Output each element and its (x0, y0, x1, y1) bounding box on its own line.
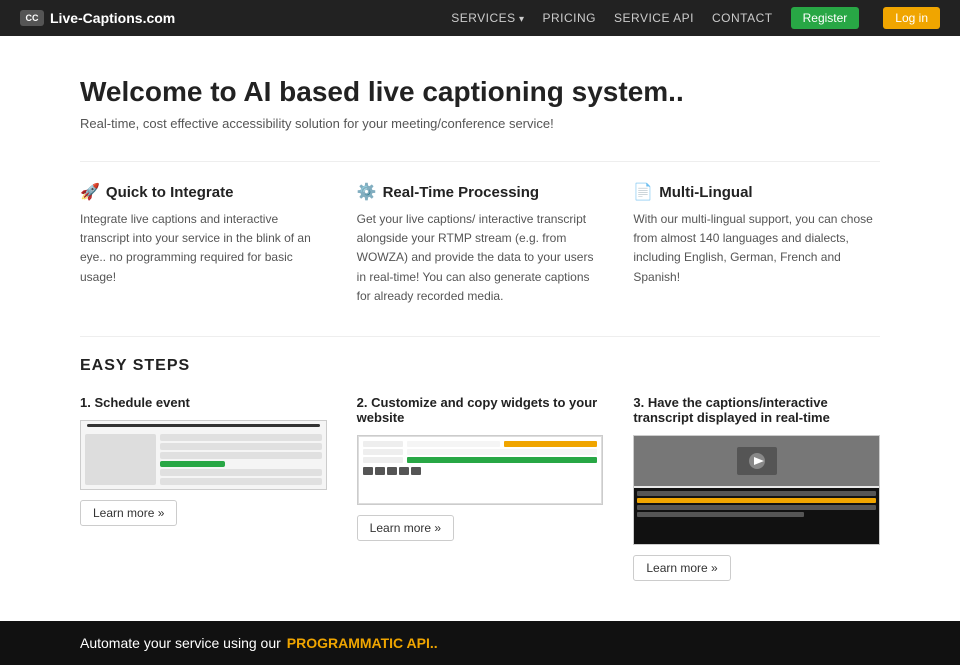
logo-icon: CC (20, 10, 44, 26)
feature-2-desc: Get your live captions/ interactive tran… (357, 210, 604, 306)
register-button[interactable]: Register (791, 7, 860, 29)
banner-prefix: Automate your service using our (80, 635, 281, 651)
step-2-title: 2. Customize and copy widgets to your we… (357, 395, 604, 425)
step-1: 1. Schedule event Learn more » (80, 395, 327, 581)
feature-2-title: ⚙️ Real-Time Processing (357, 182, 604, 202)
banner-highlight: PROGRAMMATIC API.. (287, 635, 438, 651)
step-1-title: 1. Schedule event (80, 395, 327, 410)
hero-title: Welcome to AI based live captioning syst… (80, 76, 880, 108)
feature-3-desc: With our multi-lingual support, you can … (633, 210, 880, 287)
feature-multilingual: 📄 Multi-Lingual With our multi-lingual s… (633, 182, 880, 306)
step-2-image (357, 435, 604, 505)
easy-steps-heading: EASY STEPS (80, 357, 880, 375)
easy-steps-section: EASY STEPS 1. Schedule event (0, 337, 960, 611)
nav-service-api[interactable]: SERVICE API (614, 11, 694, 25)
video-play-icon (737, 447, 777, 475)
feature-quick-integrate: 🚀 Quick to Integrate Integrate live capt… (80, 182, 327, 306)
feature-1-desc: Integrate live captions and interactive … (80, 210, 327, 287)
step-3-title: 3. Have the captions/interactive transcr… (633, 395, 880, 425)
bottom-banner: Automate your service using our PROGRAMM… (0, 621, 960, 665)
hero-subtitle: Real-time, cost effective accessibility … (80, 116, 880, 131)
feature-3-title: 📄 Multi-Lingual (633, 182, 880, 202)
step-1-learn-more[interactable]: Learn more » (80, 500, 177, 526)
rocket-icon: 🚀 (80, 182, 100, 202)
hero-section: Welcome to AI based live captioning syst… (0, 36, 960, 161)
step-2-learn-more[interactable]: Learn more » (357, 515, 454, 541)
nav-contact[interactable]: CONTACT (712, 11, 773, 25)
transcript-screenshot (634, 488, 879, 544)
step-3-learn-more[interactable]: Learn more » (633, 555, 730, 581)
nav-menu: SERVICES PRICING SERVICE API CONTACT Reg… (451, 7, 940, 29)
document-icon: 📄 (633, 182, 653, 202)
widget-screenshot (358, 436, 603, 504)
features-section: 🚀 Quick to Integrate Integrate live capt… (0, 162, 960, 336)
step-2: 2. Customize and copy widgets to your we… (357, 395, 604, 581)
brand: CC Live-Captions.com (20, 10, 175, 26)
nav-services[interactable]: SERVICES (451, 11, 524, 25)
navbar: CC Live-Captions.com SERVICES PRICING SE… (0, 0, 960, 36)
gear-icon: ⚙️ (357, 182, 377, 202)
nav-pricing[interactable]: PRICING (543, 11, 597, 25)
brand-name: Live-Captions.com (50, 10, 175, 26)
steps-row: 1. Schedule event Learn more » (80, 395, 880, 581)
feature-1-title: 🚀 Quick to Integrate (80, 182, 327, 202)
step-3-image (633, 435, 880, 545)
login-button[interactable]: Log in (883, 7, 940, 29)
step-1-image (80, 420, 327, 490)
schedule-screenshot (81, 421, 326, 489)
video-screenshot (634, 436, 879, 486)
feature-realtime: ⚙️ Real-Time Processing Get your live ca… (357, 182, 604, 306)
step-3: 3. Have the captions/interactive transcr… (633, 395, 880, 581)
